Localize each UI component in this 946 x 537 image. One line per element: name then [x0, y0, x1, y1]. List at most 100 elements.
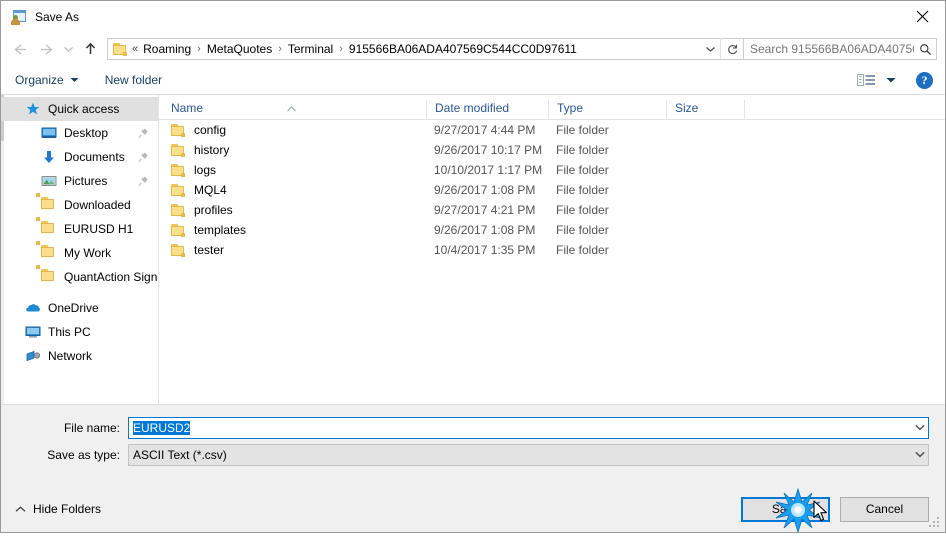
- file-name-value: EURUSD2: [129, 420, 911, 435]
- column-header-name[interactable]: Name: [159, 100, 426, 119]
- sidebar-item-documents[interactable]: Documents: [1, 145, 158, 169]
- breadcrumb-item-1[interactable]: MetaQuotes: [205, 42, 274, 56]
- recent-locations-chevron-icon[interactable]: [59, 36, 77, 62]
- sidebar-item-eurusd-h1[interactable]: EURUSD H1: [1, 217, 158, 241]
- sidebar-item-quantaction-signal[interactable]: QuantAction Signal: [1, 265, 158, 289]
- pin-icon[interactable]: [138, 128, 149, 139]
- column-header-date-label: Date modified: [435, 100, 510, 115]
- save-as-type-chevron-down-icon[interactable]: [911, 451, 928, 458]
- breadcrumb-separator[interactable]: ›: [335, 43, 347, 55]
- folder-icon: [171, 223, 186, 237]
- file-date-cell: 10/4/2017 1:35 PM: [434, 243, 536, 257]
- documents-download-icon: [41, 149, 57, 165]
- file-name-chevron-down-icon[interactable]: [911, 424, 928, 431]
- file-type-cell: File folder: [556, 123, 609, 137]
- file-type-cell: File folder: [556, 203, 609, 217]
- table-row[interactable]: logs 10/10/2017 1:17 PM File folder: [159, 160, 945, 180]
- address-chevron-down-icon[interactable]: [700, 39, 720, 59]
- chevron-down-icon: [70, 77, 79, 83]
- breadcrumb-separator[interactable]: ›: [274, 43, 286, 55]
- organize-label: Organize: [15, 73, 64, 87]
- file-name-label: profiles: [194, 203, 233, 217]
- file-type-cell: File folder: [556, 163, 609, 177]
- sidebar-item-onedrive[interactable]: OneDrive: [1, 296, 158, 320]
- sidebar-item-label: QuantAction Signal: [64, 270, 159, 284]
- sidebar-item-my-work[interactable]: My Work: [1, 241, 158, 265]
- table-row[interactable]: templates 9/26/2017 1:08 PM File folder: [159, 220, 945, 240]
- sidebar-item-network[interactable]: Network: [1, 344, 158, 368]
- table-row[interactable]: history 9/26/2017 10:17 PM File folder: [159, 140, 945, 160]
- file-list-header: Name Date modified Type Size: [159, 95, 945, 120]
- column-header-size[interactable]: Size: [666, 100, 744, 119]
- file-name-label: MQL4: [194, 183, 227, 197]
- file-date-cell: 9/26/2017 1:08 PM: [434, 223, 536, 237]
- folder-icon: [171, 203, 186, 217]
- back-arrow-icon[interactable]: [7, 36, 33, 62]
- pictures-icon: [41, 173, 57, 189]
- column-header-name-label: Name: [171, 100, 204, 115]
- address-folder-icon: [113, 42, 128, 56]
- column-header-type[interactable]: Type: [548, 100, 666, 119]
- cancel-button[interactable]: Cancel: [840, 496, 929, 522]
- star-icon: [25, 101, 41, 117]
- close-icon[interactable]: [899, 1, 945, 31]
- dialog-footer: Hide Folders Save Cancel: [1, 486, 945, 532]
- resize-grip[interactable]: [929, 517, 941, 529]
- pin-icon[interactable]: [138, 176, 149, 187]
- hide-folders-button[interactable]: Hide Folders: [15, 502, 101, 516]
- breadcrumb-overflow-chevrons[interactable]: «: [132, 43, 141, 55]
- sidebar-item-desktop[interactable]: Desktop: [1, 121, 158, 145]
- column-header-filler: [744, 100, 945, 119]
- file-name-cell: config: [159, 123, 426, 137]
- file-list-rows: config 9/27/2017 4:44 PM File folder his…: [159, 120, 945, 404]
- pin-icon[interactable]: [138, 152, 149, 163]
- save-as-type-label: Save as type:: [47, 447, 120, 462]
- file-name-input[interactable]: EURUSD2: [128, 416, 929, 439]
- file-date-cell: 9/26/2017 1:08 PM: [434, 183, 536, 197]
- folder-icon: [171, 123, 186, 137]
- hide-folders-label: Hide Folders: [33, 502, 102, 516]
- forward-arrow-icon[interactable]: [33, 36, 59, 62]
- table-row[interactable]: tester 10/4/2017 1:35 PM File folder: [159, 240, 945, 260]
- sidebar-item-label: Network: [48, 349, 93, 363]
- folder-icon: [171, 163, 186, 177]
- organize-button[interactable]: Organize: [15, 69, 79, 91]
- folder-icon: [171, 143, 186, 157]
- file-name-label: history: [194, 143, 230, 157]
- save-as-type-select[interactable]: ASCII Text (*.csv): [128, 443, 929, 466]
- chevron-up-icon: [15, 506, 26, 513]
- breadcrumb-item-2[interactable]: Terminal: [286, 42, 335, 56]
- sidebar-item-quick-access[interactable]: Quick access: [1, 97, 158, 121]
- file-date-cell: 9/26/2017 10:17 PM: [434, 143, 543, 157]
- view-chevron-down-icon[interactable]: [886, 77, 896, 84]
- file-name-label: templates: [194, 223, 247, 237]
- breadcrumb-item-3[interactable]: 915566BA06ADA407569C544CC0D97611: [347, 42, 579, 56]
- file-name-cell: tester: [159, 243, 426, 257]
- folder-icon: [36, 217, 57, 237]
- column-header-date-modified[interactable]: Date modified: [426, 100, 548, 119]
- sidebar-item-pictures[interactable]: Pictures: [1, 169, 158, 193]
- table-row[interactable]: profiles 9/27/2017 4:21 PM File folder: [159, 200, 945, 220]
- navigation-pane: Quick access Desktop Documents Pictures …: [1, 95, 159, 404]
- new-folder-label: New folder: [104, 73, 163, 87]
- save-button[interactable]: Save: [741, 496, 830, 522]
- table-row[interactable]: config 9/27/2017 4:44 PM File folder: [159, 120, 945, 140]
- sidebar-item-this-pc[interactable]: This PC: [1, 320, 158, 344]
- sidebar-item-downloaded[interactable]: Downloaded: [1, 193, 158, 217]
- sidebar-item-label: Quick access: [48, 102, 120, 116]
- file-type-cell: File folder: [556, 223, 609, 237]
- search-input[interactable]: Search 915566BA06ADA40756...: [744, 38, 937, 60]
- address-bar[interactable]: « Roaming › MetaQuotes › Terminal › 9155…: [107, 38, 744, 60]
- refresh-icon[interactable]: [720, 38, 743, 60]
- save-as-window-icon: [11, 9, 27, 25]
- help-button[interactable]: ?: [916, 71, 933, 89]
- table-row[interactable]: MQL4 9/26/2017 1:08 PM File folder: [159, 180, 945, 200]
- search-icon[interactable]: [914, 43, 936, 56]
- new-folder-button[interactable]: New folder: [105, 69, 162, 91]
- breadcrumb-item-0[interactable]: Roaming: [141, 42, 193, 56]
- up-arrow-icon[interactable]: [77, 36, 103, 62]
- file-type-cell: File folder: [556, 143, 609, 157]
- breadcrumb-separator[interactable]: ›: [193, 43, 205, 55]
- sidebar-item-label: Desktop: [64, 126, 109, 140]
- details-view-icon[interactable]: [857, 73, 876, 88]
